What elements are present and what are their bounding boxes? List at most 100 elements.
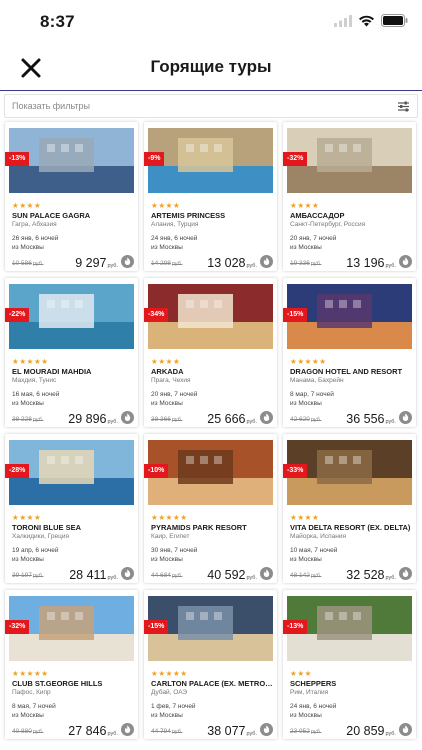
discount-badge: -33% [283,464,308,478]
show-filters-label: Показать фильтры [12,101,91,111]
hotel-location: Махдия, Тунис [12,377,57,384]
tour-card[interactable]: -28% ★★★★ TORONI BLUE SEA Халкидики, Гре… [5,434,138,583]
fire-icon[interactable] [121,255,134,268]
fire-icon[interactable] [399,255,412,268]
currency-label: руб. [171,261,183,267]
departure-city: из Москвы [290,712,322,719]
fire-icon[interactable] [399,723,412,736]
battery-icon [381,14,408,27]
fire-icon[interactable] [121,411,134,424]
old-price: 14 298руб. [151,260,183,267]
hotel-location: Санкт-Петербург, Россия [290,221,366,228]
sliders-icon[interactable] [397,100,410,113]
star-rating: ★★★★★ [290,357,327,366]
currency-label: руб. [310,729,322,735]
currency-label: руб. [32,261,44,267]
star-rating: ★★★★ [12,513,42,522]
hotel-name: ARKADA [151,367,184,376]
tour-card[interactable]: -33% ★★★★ VITA DELTA RESORT (EX. DELTA) … [283,434,416,583]
current-price: 36 556руб. [346,412,396,426]
star-rating: ★★★★ [12,201,42,210]
hotel-name: АМБАССАДОР [290,211,345,220]
currency-label: руб. [246,419,258,425]
currency-label: руб. [385,731,397,737]
currency-label: руб. [171,417,183,423]
fire-icon[interactable] [121,723,134,736]
tour-card[interactable]: -9% ★★★★ ARTEMIS PRINCESS Алания, Турция… [144,122,277,271]
departure-city: из Москвы [151,556,183,563]
star-rating: ★★★ [290,669,312,678]
old-price: 23 952руб. [290,728,322,735]
page-title: Горящие туры [150,57,272,76]
tour-card[interactable]: -13% ★★★★ SUN PALACE GAGRA Гагра, Абхази… [5,122,138,271]
discount-badge: -15% [144,620,169,634]
current-price: 13 028руб. [207,256,257,270]
tour-card[interactable]: -15% ★★★★★ DRAGON HOTEL AND RESORT Манам… [283,278,416,427]
nav-bar: Горящие туры [0,44,422,91]
fire-icon[interactable] [260,567,273,580]
fire-icon[interactable] [399,411,412,424]
current-price: 29 896руб. [68,412,118,426]
fire-icon[interactable] [399,567,412,580]
hotel-location: Манама, Бахрейн [290,377,344,384]
tour-card[interactable]: -10% ★★★★★ PYRAMIDS PARK RESORT Каир, Ег… [144,434,277,583]
tour-dates: 30 янв, 7 ночей [151,547,198,554]
currency-label: руб. [385,263,397,269]
current-price: 20 859руб. [346,724,396,738]
departure-city: из Москвы [12,556,44,563]
current-price: 25 666руб. [207,412,257,426]
tour-card[interactable]: -15% ★★★★★ CARLTON PALACE (EX. METROPOLI… [144,590,277,739]
currency-label: руб. [310,261,322,267]
currency-label: руб. [385,575,397,581]
currency-label: руб. [107,731,119,737]
currency-label: руб. [171,573,183,579]
discount-badge: -13% [283,620,308,634]
old-price: 44 684руб. [151,572,183,579]
fire-icon[interactable] [260,411,273,424]
hotel-name: EL MOURADI MAHDIA [12,367,92,376]
current-price: 32 528руб. [346,568,396,582]
tour-card[interactable]: -13% ★★★ SCHEPPERS Рим, Италия 24 янв, 6… [283,590,416,739]
star-rating: ★★★★★ [12,357,49,366]
departure-city: из Москвы [12,712,44,719]
currency-label: руб. [310,573,322,579]
hotel-location: Халкидики, Греция [12,533,69,540]
tour-dates: 20 янв, 7 ночей [151,391,198,398]
currency-label: руб. [32,573,44,579]
tour-card[interactable]: -34% ★★★★ ARKADA Прага, Чехия 20 янв, 7 … [144,278,277,427]
fire-icon[interactable] [260,723,273,736]
discount-badge: -9% [144,152,165,166]
currency-label: руб. [107,263,119,269]
old-price: 19 336руб. [290,260,322,267]
hotel-name: CLUB ST.GEORGE HILLS [12,679,103,688]
currency-label: руб. [310,417,322,423]
currency-label: руб. [32,729,44,735]
fire-icon[interactable] [260,255,273,268]
hotel-location: Прага, Чехия [151,377,191,384]
tour-dates: 24 янв, 6 ночей [290,703,337,710]
tour-dates: 1 фев, 7 ночей [151,703,196,710]
tour-card[interactable]: -32% ★★★★ АМБАССАДОР Санкт-Петербург, Ро… [283,122,416,271]
tour-dates: 20 янв, 7 ночей [290,235,337,242]
tour-card[interactable]: -32% ★★★★★ CLUB ST.GEORGE HILLS Пафос, К… [5,590,138,739]
discount-badge: -15% [283,308,308,322]
hotel-name: ARTEMIS PRINCESS [151,211,226,220]
filter-bar[interactable]: Показать фильтры [4,94,418,118]
current-price: 13 196руб. [346,256,396,270]
currency-label: руб. [385,419,397,425]
departure-city: из Москвы [290,556,322,563]
departure-city: из Москвы [151,712,183,719]
tour-dates: 8 мар, 7 ночей [290,391,334,398]
currency-label: руб. [107,575,119,581]
departure-city: из Москвы [12,244,44,251]
currency-label: руб. [107,419,119,425]
star-rating: ★★★★ [151,201,181,210]
hotel-name: SUN PALACE GAGRA [12,211,91,220]
current-price: 28 411руб. [69,568,118,582]
discount-badge: -28% [5,464,30,478]
tour-card[interactable]: -22% ★★★★★ EL MOURADI MAHDIA Махдия, Тун… [5,278,138,427]
hotel-name: CARLTON PALACE (EX. METROPOLI... [151,679,273,688]
tour-dates: 19 апр, 6 ночей [12,547,59,554]
currency-label: руб. [171,729,183,735]
fire-icon[interactable] [121,567,134,580]
